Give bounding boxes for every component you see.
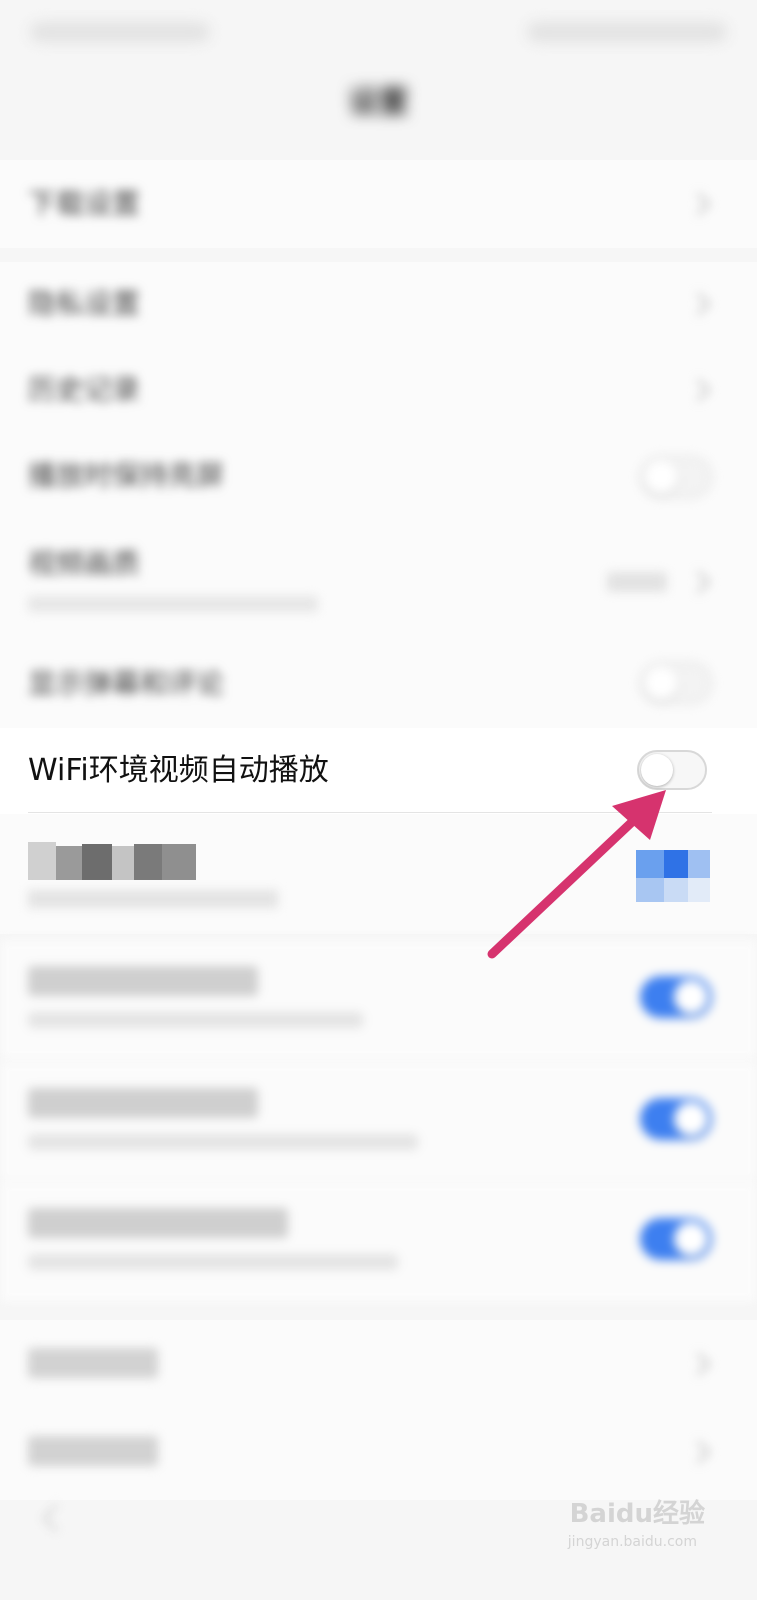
settings-page: 设置 下载设置 隐私设置 历史记录 播放时保持亮屏 视频画质 显示弹幕和评论 W… bbox=[0, 0, 757, 1600]
annotation-arrow bbox=[487, 790, 666, 959]
arrow-shaft bbox=[487, 817, 637, 959]
